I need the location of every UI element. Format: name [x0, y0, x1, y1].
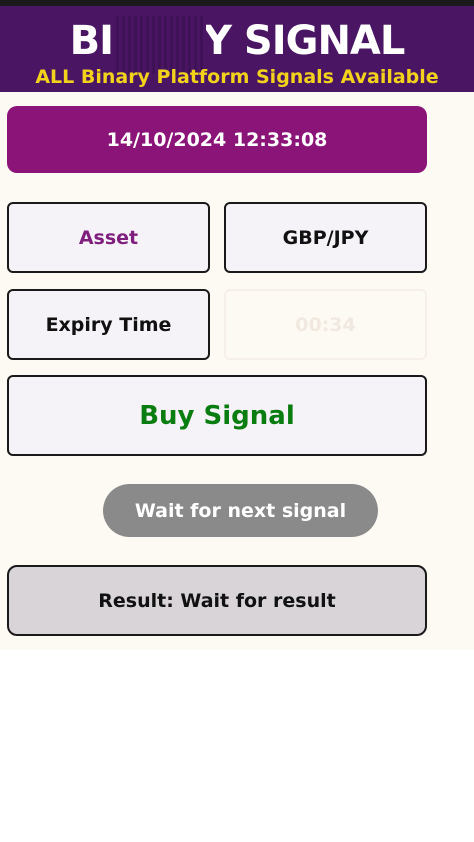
- app-header: BINARY SIGNAL ALL Binary Platform Signal…: [0, 6, 474, 92]
- expiry-timer: 00:34: [224, 289, 427, 360]
- wait-next-signal-button[interactable]: Wait for next signal: [103, 484, 378, 537]
- header-tagline: ALL Binary Platform Signals Available: [35, 66, 439, 88]
- expiry-time-label: Expiry Time: [7, 289, 210, 360]
- asset-label: Asset: [7, 202, 210, 273]
- datetime-display: 14/10/2024 12:33:08: [7, 106, 427, 173]
- asset-value[interactable]: GBP/JPY: [224, 202, 427, 273]
- brand-title: BINARY SIGNAL: [69, 18, 406, 64]
- result-display: Result: Wait for result: [7, 565, 427, 636]
- signal-display: Buy Signal: [7, 375, 427, 456]
